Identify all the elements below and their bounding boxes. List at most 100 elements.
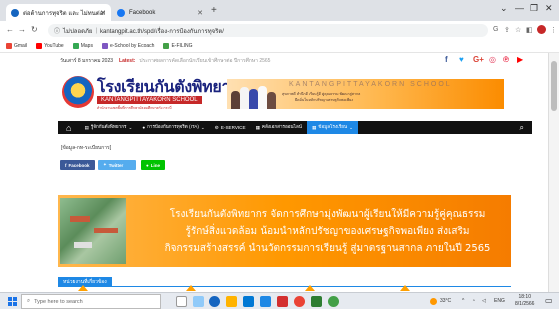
- banner-motto-2: ยึดมั่นในหลักปรัชญาเศรษฐกิจพอเพียง: [295, 98, 354, 102]
- close-tab-icon[interactable]: ✕: [100, 9, 106, 17]
- restore-icon[interactable]: ❐: [530, 3, 538, 14]
- windows-start-icon[interactable]: [8, 297, 17, 306]
- chrome-icon[interactable]: [294, 296, 305, 307]
- file-explorer-icon[interactable]: [226, 296, 237, 307]
- weather-icon[interactable]: [430, 298, 437, 305]
- share-page-icon[interactable]: ⇪: [504, 26, 510, 34]
- gmail-icon: [6, 43, 12, 49]
- bookmark-label: E-FILING: [171, 43, 193, 49]
- bookmark-maps[interactable]: Maps: [72, 43, 93, 49]
- gear-icon: ⚙: [214, 124, 219, 130]
- info-icon[interactable]: ⓘ: [54, 26, 60, 35]
- search-icon[interactable]: ⌕: [515, 121, 532, 134]
- line-app-icon[interactable]: [328, 296, 339, 307]
- profile-avatar[interactable]: [537, 25, 546, 34]
- weather-temp[interactable]: 33°C: [440, 298, 451, 304]
- taskbar-search-box[interactable]: ⌕ Type here to search: [21, 294, 161, 309]
- twitter-icon[interactable]: ♥: [459, 55, 464, 64]
- nav-item-about[interactable]: ▤ รู้จักกันตังพิทยากร ⌄: [79, 121, 137, 134]
- school-subtitle: สำนักงานเขตพื้นที่การศึกษามัธยมศึกษาตรัง…: [97, 106, 172, 110]
- page-scrollbar[interactable]: [548, 53, 559, 292]
- scrollbar-thumb[interactable]: [551, 61, 557, 111]
- instagram-icon[interactable]: ◎: [489, 55, 496, 64]
- extensions-icon[interactable]: ◧: [526, 26, 533, 34]
- notifications-icon[interactable]: ▭: [545, 296, 553, 305]
- edge-icon[interactable]: [209, 296, 220, 307]
- nav-label: ข้อมูลโรงเรียน: [318, 124, 348, 129]
- network-icon[interactable]: ◔: [472, 298, 475, 304]
- school-aerial-photo: [60, 198, 126, 264]
- new-tab-button[interactable]: +: [211, 5, 217, 16]
- volume-icon[interactable]: ◁: [482, 298, 486, 304]
- store-icon[interactable]: [243, 296, 254, 307]
- efiling-icon: [163, 43, 170, 49]
- agency-logo[interactable]: [305, 285, 315, 291]
- agency-logo[interactable]: [400, 285, 410, 291]
- task-view-icon[interactable]: [176, 296, 187, 307]
- url-text: kantangpit.ac.th/spd/เรื่อง-การป้องกันกา…: [100, 28, 224, 35]
- header-banner: KANTANGPITTAYAKORN SCHOOL สุขภาพดี สำนึก…: [227, 79, 504, 109]
- google-plus-icon[interactable]: G+: [473, 55, 484, 64]
- tab-title: ต่อต้านการทุจริต และ ไม่ทนต่อการทุจริต: [23, 10, 105, 17]
- agency-logo[interactable]: [186, 285, 196, 291]
- bookmark-star-icon[interactable]: ☆: [515, 26, 521, 34]
- app-icon[interactable]: [277, 296, 288, 307]
- chat-icon: ●: [142, 125, 146, 130]
- browser-tab-strip: ต่อต้านการทุจริต และ ไม่ทนต่อการทุจริต ✕…: [0, 0, 559, 21]
- pinterest-icon[interactable]: ℗: [503, 55, 509, 64]
- facebook-icon: f: [65, 162, 67, 168]
- tray-arrow-icon[interactable]: ^: [462, 298, 464, 304]
- nav-label: คลังเอกสารออนไลน์: [261, 124, 302, 129]
- school-name-english: KANTANGPITTAYAKORN SCHOOL: [97, 96, 202, 104]
- google-lens-icon[interactable]: G: [493, 26, 498, 33]
- reload-icon[interactable]: ↻: [31, 25, 38, 34]
- vision-line-1: โรงเรียนกันตังพิทยากร จัดการศึกษามุ่งพัฒ…: [169, 209, 486, 220]
- chevron-down-icon: ⌄: [349, 124, 353, 130]
- clock-time: 18:10: [518, 294, 531, 300]
- share-facebook-button[interactable]: f Facebook: [60, 160, 95, 170]
- back-icon[interactable]: ←: [6, 25, 14, 34]
- tab-search-icon[interactable]: ⌄: [500, 3, 508, 14]
- bookmark-label: Maps: [80, 43, 93, 49]
- youtube-icon[interactable]: ▶: [517, 55, 523, 64]
- vision-line-3: กิจกรรมสร้างสรรค์ นำนวัตกรรมการเรียนรู้ …: [164, 243, 491, 254]
- latest-news-link[interactable]: ประกาศผลการคัดเลือกนักเรียนเข้าศึกษาต่อ …: [139, 57, 270, 65]
- forward-icon[interactable]: →: [18, 25, 26, 34]
- nav-item-eservice[interactable]: ⚙ E-SERVICE: [210, 121, 251, 134]
- close-window-icon[interactable]: ✕: [545, 3, 553, 14]
- minimize-icon[interactable]: —: [515, 3, 524, 13]
- widgets-icon[interactable]: [193, 296, 204, 307]
- search-placeholder: Type here to search: [34, 298, 83, 305]
- language-indicator[interactable]: ENG: [494, 298, 505, 304]
- book-icon: ▤: [84, 124, 89, 130]
- facebook-icon[interactable]: f: [445, 55, 448, 64]
- close-tab-icon[interactable]: ✕: [197, 9, 203, 17]
- share-line-button[interactable]: ● Line: [141, 160, 165, 170]
- nav-label: การป้องกันการทุจริต (ITA): [147, 124, 199, 129]
- bookmark-efiling[interactable]: E-FILING: [163, 43, 193, 49]
- home-icon[interactable]: ⌂: [58, 121, 79, 134]
- bookmark-eschool[interactable]: e-School by Ecoach: [101, 43, 154, 49]
- app-icon[interactable]: [311, 296, 322, 307]
- nav-item-school-info[interactable]: ▦ ข้อมูลโรงเรียน ⌄: [306, 121, 358, 134]
- address-bar[interactable]: ⓘ ไม่ปลอดภัย | kantangpit.ac.th/spd/เรื่…: [48, 24, 488, 37]
- browser-menu-icon[interactable]: ⋮: [550, 26, 557, 34]
- line-icon: ●: [146, 162, 149, 168]
- bookmark-youtube[interactable]: YouTube: [36, 43, 64, 49]
- chevron-down-icon: ⌄: [128, 124, 133, 130]
- browser-tab-school[interactable]: ต่อต้านการทุจริต และ ไม่ทนต่อการทุจริต ✕: [6, 4, 111, 21]
- share-twitter-button[interactable]: ✦ Twitter: [98, 160, 136, 170]
- clock[interactable]: 18:10 8/1/2566: [515, 294, 534, 308]
- mail-icon[interactable]: [260, 296, 271, 307]
- nav-item-ita[interactable]: ● การป้องกันการทุจริต (ITA) ⌄: [137, 121, 209, 134]
- students-photo: [231, 82, 276, 109]
- share-label: Twitter: [108, 162, 124, 168]
- agency-logo[interactable]: [78, 285, 88, 291]
- main-navigation: ⌂ ▤ รู้จักกันตังพิทยากร ⌄ ● การป้องกันการทุ…: [58, 121, 532, 134]
- school-favicon-icon: [11, 8, 19, 17]
- school-emblem[interactable]: [62, 76, 94, 108]
- browser-tab-facebook[interactable]: Facebook ✕: [112, 4, 208, 21]
- nav-item-documents[interactable]: ▦ คลังเอกสารออนไลน์: [251, 121, 307, 134]
- maps-icon: [72, 43, 79, 49]
- bookmark-gmail[interactable]: Gmail: [6, 43, 27, 49]
